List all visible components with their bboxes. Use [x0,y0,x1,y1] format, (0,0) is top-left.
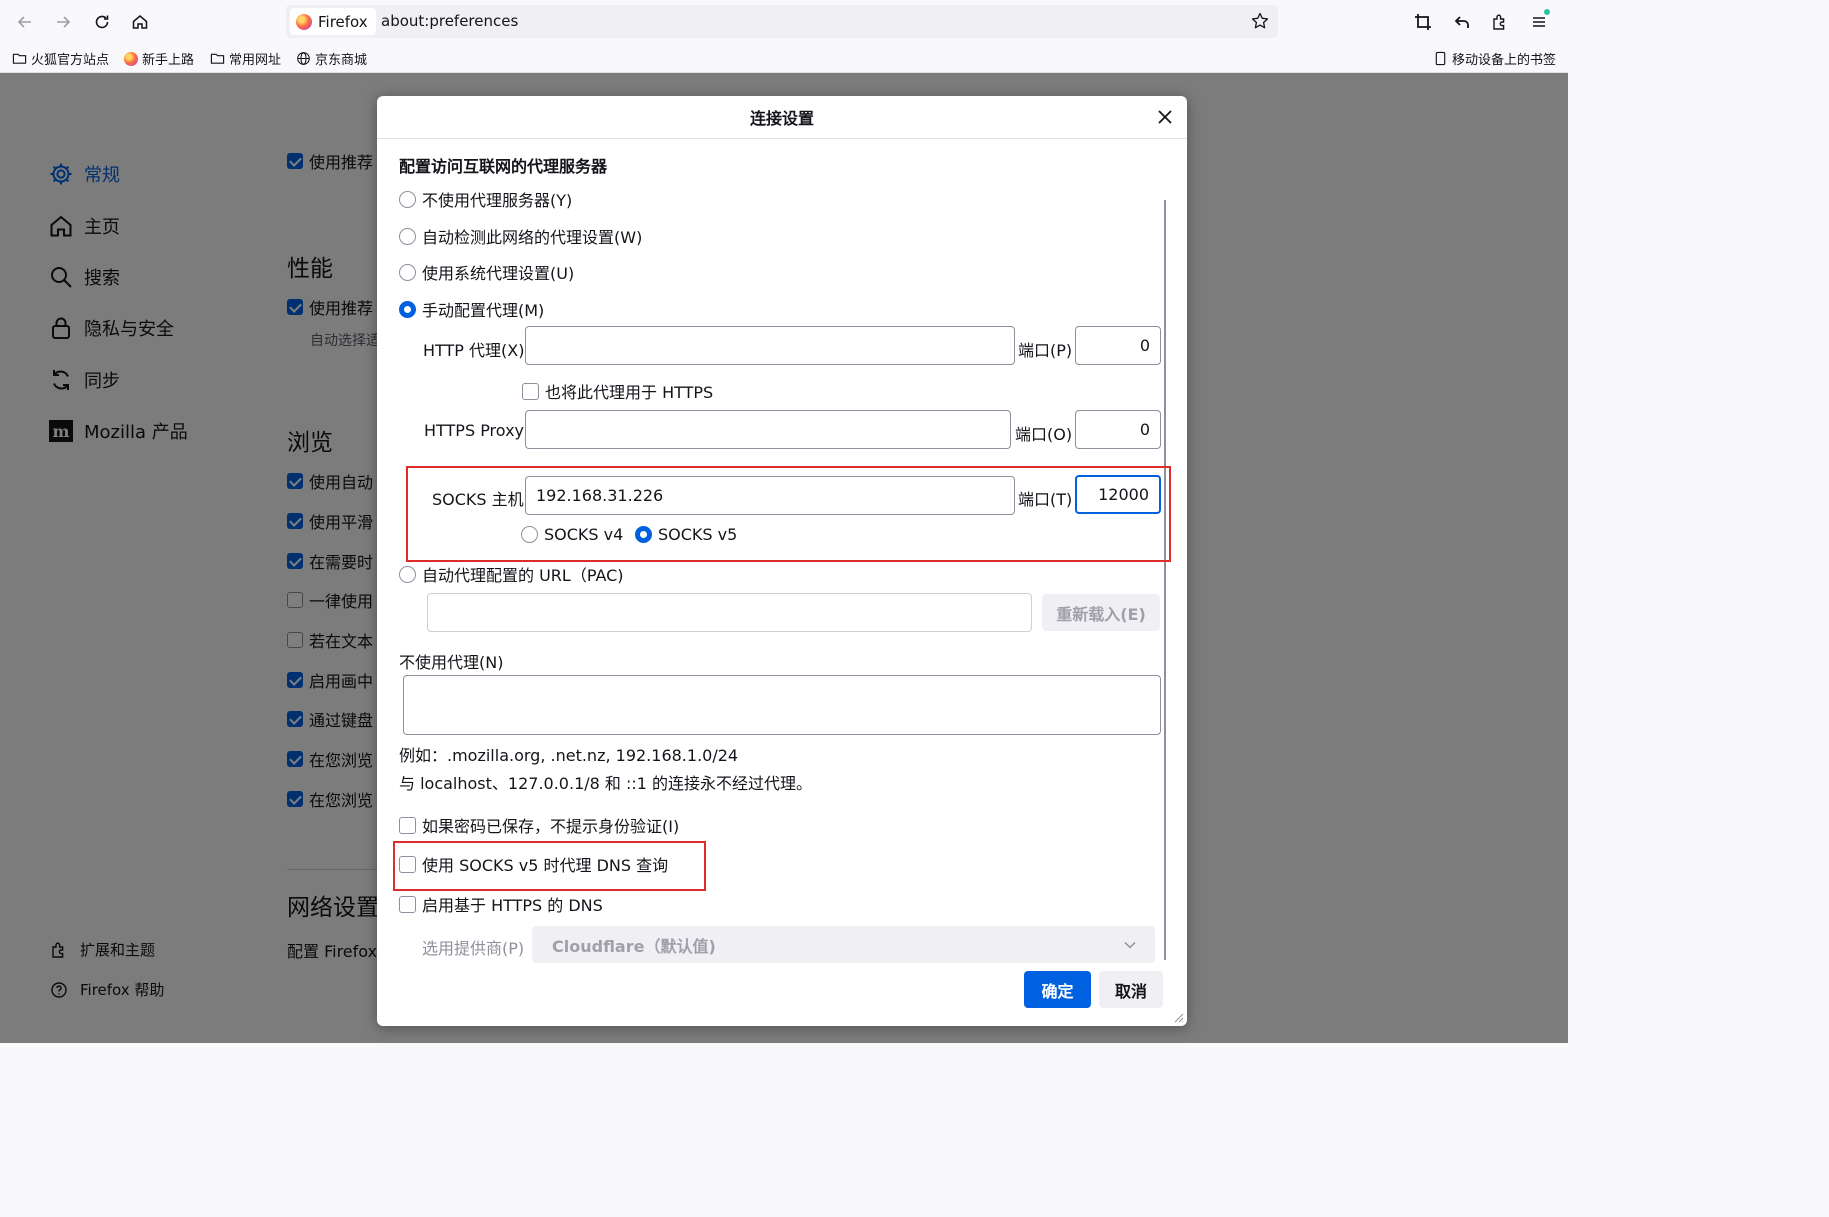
https-proxy-input[interactable] [525,410,1011,449]
radio-no-proxy[interactable]: 不使用代理服务器(Y) [399,187,572,211]
identity-label: Firefox [318,12,368,31]
reload-icon [95,15,109,29]
checkbox[interactable] [522,382,539,400]
firefox-icon [296,13,312,30]
firefox-icon [124,51,138,66]
bookmark-star-icon[interactable] [1250,11,1270,31]
https-port-input[interactable]: 0 [1075,410,1161,449]
radio-button[interactable] [399,565,416,583]
hamburger-icon [1533,17,1545,27]
socks-host-label: SOCKS 主机 [432,490,524,509]
resize-grip-icon[interactable] [1172,1011,1184,1023]
checkbox[interactable] [399,816,416,834]
extensions-button[interactable] [1489,11,1511,33]
http-proxy-input[interactable] [525,326,1015,365]
https-dns-checkbox[interactable]: 启用基于 HTTPS 的 DNS [399,892,603,916]
socks-dns-checkbox[interactable]: 使用 SOCKS v5 时代理 DNS 查询 [399,852,668,876]
mobile-device-icon [1435,51,1446,66]
bookmark-item[interactable]: 常用网址 [210,49,281,68]
forward-button[interactable] [50,9,76,35]
connection-settings-dialog: 连接设置 配置访问互联网的代理服务器 不使用代理服务器(Y) 自动检测此网络的代… [377,96,1187,1026]
socks-host-input[interactable]: 192.168.31.226 [525,476,1015,515]
socks-port-label: 端口(T) [1018,490,1073,509]
https-port-label: 端口(O) [1015,425,1073,444]
folder-icon [210,53,225,64]
crop-icon [1415,14,1431,30]
also-https-checkbox[interactable]: 也将此代理用于 HTTPS [522,379,713,403]
radio-button[interactable] [399,190,416,208]
radio-manual-proxy[interactable]: 手动配置代理(M) [399,297,544,321]
pac-url-input[interactable] [427,593,1032,632]
dialog-title: 连接设置 [377,96,1187,139]
cancel-button[interactable]: 取消 [1099,971,1163,1008]
identity-box[interactable]: Firefox [290,8,376,35]
no-proxy-label: 不使用代理(N) [399,653,504,672]
browser-toolbar: Firefox about:preferences [0,0,1568,43]
url-text[interactable]: about:preferences [381,12,518,30]
globe-icon [297,52,310,65]
provider-select[interactable]: Cloudflare（默认值) [532,926,1155,963]
proxy-heading: 配置访问互联网的代理服务器 [399,157,608,176]
reload-pac-button[interactable]: 重新载入(E) [1042,594,1160,631]
bookmark-item[interactable]: 京东商城 [296,49,367,68]
radio-button[interactable] [399,263,416,281]
back-button[interactable] [12,9,38,35]
http-port-input[interactable]: 0 [1075,326,1161,365]
radio-system-proxy[interactable]: 使用系统代理设置(U) [399,260,574,284]
undo-icon [1454,16,1469,28]
radio-button[interactable] [521,526,538,543]
http-port-label: 端口(P) [1018,341,1073,360]
checkbox[interactable] [399,895,416,913]
url-bar[interactable]: Firefox about:preferences [286,5,1278,38]
no-proxy-example: 例如：.mozilla.org, .net.nz, 192.168.1.0/24 [399,746,739,765]
reload-button[interactable] [89,9,115,35]
bookmark-item[interactable]: 火狐官方站点 [12,49,109,68]
close-icon[interactable] [1155,107,1175,127]
radio-button[interactable] [399,227,416,245]
arrow-left-icon [17,16,31,28]
checkbox[interactable] [399,855,416,873]
mobile-bookmarks[interactable]: 移动设备上的书签 [1433,49,1556,68]
puzzle-icon [1493,14,1505,30]
undo-button[interactable] [1451,11,1473,33]
localhost-note: 与 localhost、127.0.0.1/8 和 ::1 的连接永不经过代理。 [399,774,813,793]
scrollbar[interactable] [1164,200,1166,960]
socks-port-input[interactable]: 12000 [1075,475,1161,514]
https-proxy-label: HTTPS Proxy [424,421,525,440]
bookmark-item[interactable]: 新手上路 [124,49,194,68]
radio-socks-v5[interactable]: SOCKS v5 [635,525,737,544]
radio-socks-v4[interactable]: SOCKS v4 [521,525,623,544]
radio-button[interactable] [399,300,416,318]
ok-button[interactable]: 确定 [1024,971,1091,1008]
radio-pac[interactable]: 自动代理配置的 URL（PAC) [399,562,624,586]
radio-button[interactable] [635,526,652,543]
radio-auto-detect[interactable]: 自动检测此网络的代理设置(W) [399,224,642,248]
http-proxy-label: HTTP 代理(X) [423,341,525,360]
bookmarks-toolbar: 火狐官方站点 新手上路 常用网址 京东商城 移动设备上的书签 [0,43,1568,73]
screenshot-button[interactable] [1412,11,1434,33]
chevron-down-icon [1124,941,1136,949]
home-icon [132,15,148,29]
update-badge-icon [1544,9,1550,15]
folder-icon [12,53,27,64]
provider-label: 选用提供商(P) [422,939,525,958]
no-proxy-textarea[interactable] [403,675,1161,735]
home-button[interactable] [127,9,153,35]
menu-button[interactable] [1528,9,1550,33]
no-auth-prompt-checkbox[interactable]: 如果密码已保存，不提示身份验证(I) [399,813,679,837]
arrow-right-icon [57,16,71,28]
